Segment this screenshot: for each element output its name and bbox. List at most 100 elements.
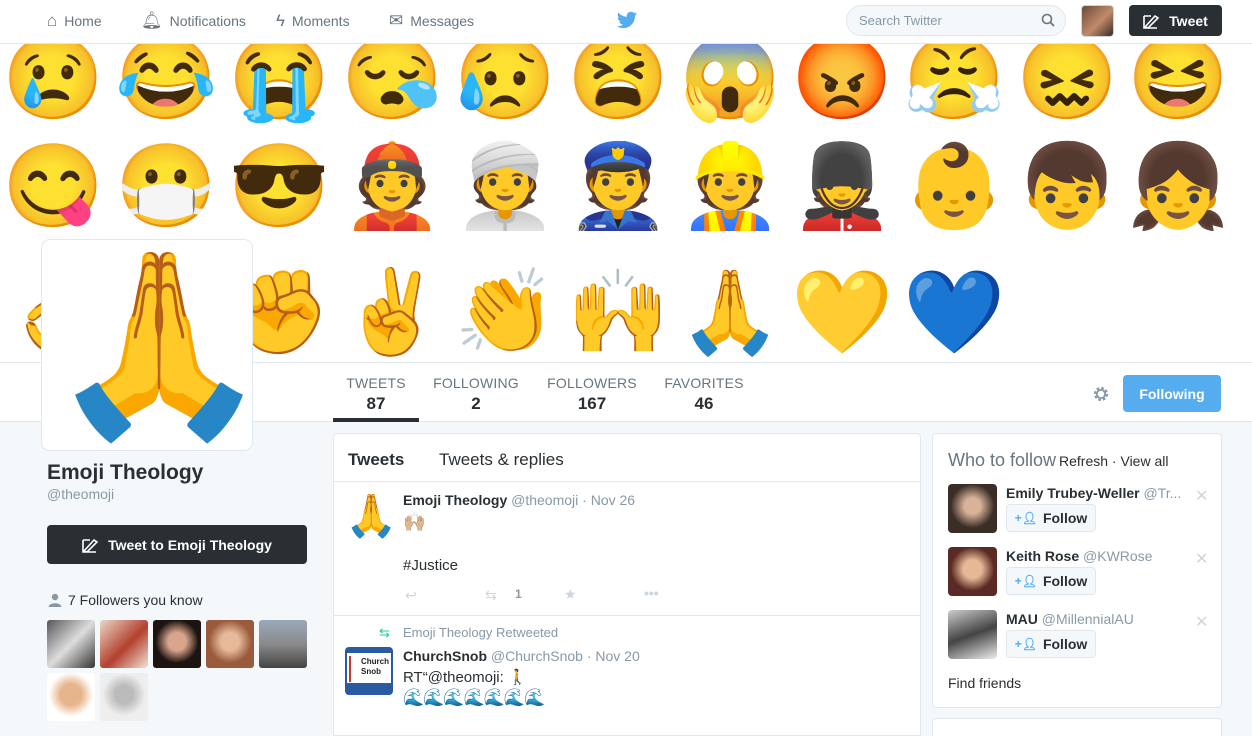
banner-emoji: 😡 — [791, 44, 894, 124]
follow-button[interactable]: +👤︎ Follow — [1006, 567, 1096, 595]
tweet-avatar[interactable]: Church Snob — [345, 647, 393, 695]
follower-avatar[interactable] — [206, 620, 254, 668]
search-input[interactable] — [847, 6, 1027, 35]
suggestion-display-name: MAU — [1006, 611, 1038, 627]
banner-emoji: 👷 — [679, 141, 782, 232]
banner-emoji: 😱 — [679, 44, 782, 124]
retweet-icon[interactable]: ⇆ — [485, 587, 497, 604]
stat-following[interactable]: FOLLOWING 2 — [430, 375, 522, 422]
banner-emoji: 💂 — [791, 141, 894, 232]
tweet-author-handle[interactable]: @ChurchSnob — [491, 648, 583, 664]
nav-moments-label: Moments — [292, 13, 350, 29]
following-button[interactable]: Following — [1123, 375, 1221, 412]
follower-avatar[interactable] — [47, 673, 95, 721]
suggestion-name[interactable]: Keith Rose @KWRose — [1006, 548, 1186, 564]
gear-icon[interactable] — [1090, 383, 1112, 405]
person-icon — [48, 593, 62, 607]
nav-moments[interactable]: ϟ Moments — [276, 0, 350, 42]
banner-emoji: 😭 — [228, 44, 331, 124]
nav-messages[interactable]: ✉ Messages — [389, 0, 474, 42]
refresh-link[interactable]: Refresh — [1059, 453, 1108, 469]
suggestion-handle: @Tr... — [1143, 485, 1182, 501]
add-person-icon: +👤︎ — [1014, 511, 1037, 525]
find-friends-link[interactable]: Find friends — [948, 675, 1021, 691]
profile-handle[interactable]: @theomoji — [47, 486, 114, 502]
banner-emoji: 🙏 — [679, 267, 782, 358]
retweeted-icon: ⇆ — [379, 625, 390, 640]
profile-avatar[interactable]: 🙏 — [42, 240, 252, 450]
tweet-text: RT“@theomoji: 🚶 — [403, 669, 527, 686]
compose-tweet-button[interactable]: Tweet — [1129, 5, 1222, 36]
tweet-text-emoji: 🙌🏼 — [403, 512, 426, 532]
tweet-header: Emoji Theology @theomoji · Nov 26 — [403, 492, 635, 508]
suggestion-avatar[interactable] — [948, 547, 997, 596]
stat-favorites[interactable]: FAVORITES 46 — [662, 375, 746, 422]
follow-button[interactable]: +👤︎ Follow — [1006, 630, 1096, 658]
more-options-icon[interactable]: ••• — [644, 585, 659, 601]
trends-module — [932, 718, 1222, 736]
twitter-bird-icon[interactable] — [616, 9, 638, 31]
suggestion-avatar[interactable] — [948, 484, 997, 533]
tweet-author-handle[interactable]: @theomoji — [511, 492, 578, 508]
follower-avatar[interactable] — [153, 620, 201, 668]
search-box — [846, 5, 1066, 36]
tab-tweets-and-replies[interactable]: Tweets & replies — [439, 450, 564, 470]
suggestion-name[interactable]: Emily Trubey-Weller @Tr... — [1006, 485, 1186, 501]
tweet[interactable]: 🙏 Emoji Theology @theomoji · Nov 26 🙌🏼 #… — [334, 482, 920, 616]
suggestion-name[interactable]: MAU @MillennialAU — [1006, 611, 1186, 627]
tweet-to-button[interactable]: Tweet to Emoji Theology — [47, 525, 307, 564]
tweet-date[interactable]: · Nov 26 — [582, 492, 635, 508]
envelope-icon: ✉ — [389, 11, 404, 30]
banner-emoji: 👧 — [1127, 141, 1230, 232]
reply-icon[interactable]: ↩ — [405, 587, 417, 604]
suggestion-handle: @MillennialAU — [1041, 611, 1134, 627]
banner-emoji: 😖 — [1016, 44, 1119, 124]
who-to-follow-module: Who to follow Refresh · View all Emily T… — [932, 433, 1222, 708]
stat-followers[interactable]: FOLLOWERS 167 — [544, 375, 640, 422]
retweeted-by[interactable]: Emoji Theology Retweeted — [403, 625, 558, 640]
who-to-follow-links: Refresh · View all — [1059, 453, 1168, 469]
banner-emoji: 😷 — [115, 141, 218, 232]
add-person-icon: +👤︎ — [1014, 637, 1037, 651]
follow-button[interactable]: +👤︎ Follow — [1006, 504, 1096, 532]
top-navigation-bar: ⌂ Home 🔔︎ Notifications ϟ Moments ✉ Mess… — [0, 0, 1252, 44]
stat-followers-label: FOLLOWERS — [547, 375, 637, 391]
follower-avatar[interactable] — [259, 620, 307, 668]
account-avatar[interactable] — [1081, 5, 1114, 37]
follower-avatar[interactable] — [100, 620, 148, 668]
dismiss-icon[interactable]: ✕ — [1195, 549, 1208, 569]
follower-avatar[interactable] — [47, 620, 95, 668]
banner-emoji: 😪 — [341, 44, 444, 124]
nav-home[interactable]: ⌂ Home — [47, 0, 102, 42]
tweet-author-name[interactable]: ChurchSnob — [403, 648, 487, 664]
tweet-date[interactable]: · Nov 20 — [587, 648, 640, 664]
stat-following-label: FOLLOWING — [433, 375, 519, 391]
profile-name[interactable]: Emoji Theology — [47, 461, 203, 485]
tweet-header: ChurchSnob @ChurchSnob · Nov 20 — [403, 648, 640, 664]
favorite-star-icon[interactable]: ★ — [564, 586, 577, 603]
nav-notifications-label: Notifications — [169, 13, 246, 29]
tweet[interactable]: ⇆ Emoji Theology Retweeted Church Snob C… — [334, 616, 920, 736]
praying-hands-avatar-emoji: 🙏 — [47, 244, 252, 445]
banner-emoji: 😆 — [1127, 44, 1230, 124]
tweet-author-name[interactable]: Emoji Theology — [403, 492, 507, 508]
tweet-to-label: Tweet to Emoji Theology — [108, 536, 272, 553]
tweet-hashtag[interactable]: #Justice — [403, 557, 458, 574]
nav-notifications[interactable]: 🔔︎ Notifications — [141, 0, 246, 42]
search-icon[interactable] — [1041, 13, 1055, 27]
banner-emoji: 😋 — [2, 141, 105, 232]
compose-quill-icon — [1143, 14, 1160, 29]
view-all-link[interactable]: View all — [1120, 453, 1168, 469]
timeline: Tweets Tweets & replies 🙏 Emoji Theology… — [333, 433, 921, 736]
tweet-avatar[interactable]: 🙏 — [345, 492, 397, 540]
dismiss-icon[interactable]: ✕ — [1195, 486, 1208, 506]
bell-icon: 🔔︎ — [141, 11, 163, 30]
followers-you-know-heading[interactable]: 7 Followers you know — [47, 592, 203, 608]
dismiss-icon[interactable]: ✕ — [1195, 612, 1208, 632]
stat-favorites-value: 46 — [694, 394, 714, 413]
follower-avatar[interactable] — [100, 673, 148, 721]
suggestion-avatar[interactable] — [948, 610, 997, 659]
followers-you-know-label: 7 Followers you know — [68, 592, 203, 608]
tab-tweets[interactable]: Tweets — [348, 450, 404, 470]
stat-tweets[interactable]: TWEETS 87 — [333, 375, 419, 422]
